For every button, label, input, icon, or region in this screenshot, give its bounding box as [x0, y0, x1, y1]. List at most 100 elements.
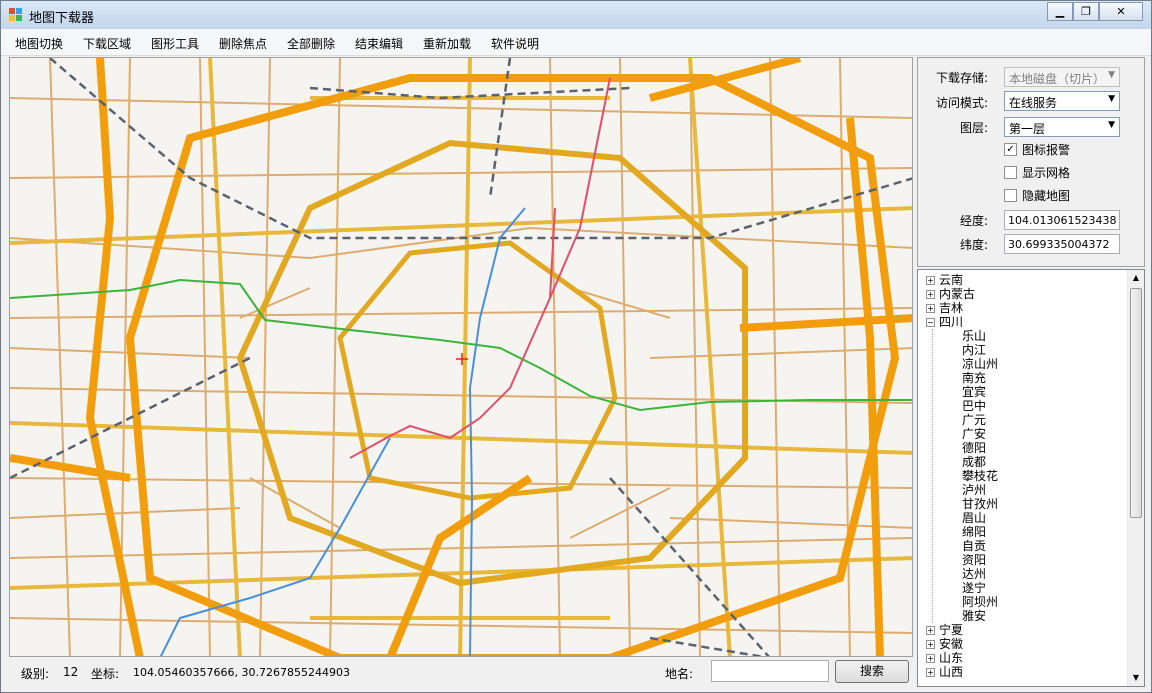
show-grid-label: 显示网格 — [1022, 165, 1071, 180]
expand-icon[interactable]: + — [926, 290, 935, 299]
tree-leaf[interactable]: 内江 — [962, 343, 986, 357]
collapse-icon[interactable]: − — [926, 318, 935, 327]
tree-node-label: 安徽 — [939, 637, 964, 651]
menu-delete-all[interactable]: 全部删除 — [283, 35, 339, 52]
latitude-label: 纬度: — [959, 238, 988, 252]
tree-leaf[interactable]: 德阳 — [962, 441, 986, 455]
tree-leaf[interactable]: 甘孜州 — [962, 497, 998, 511]
tree-leaf[interactable]: 遂宁 — [962, 581, 986, 595]
icon-alarm-label: 图标报警 — [1022, 142, 1071, 157]
tree-node[interactable]: + 吉林 — [926, 301, 963, 315]
menu-bar: 地图切换 下载区域 图形工具 删除焦点 全部删除 结束编辑 重新加载 软件说明 — [1, 29, 1151, 56]
place-name-input[interactable] — [711, 660, 829, 682]
access-mode-select[interactable]: 在线服务 ▼ — [1004, 91, 1120, 111]
longitude-label: 经度: — [959, 214, 988, 228]
tree-node[interactable]: + 内蒙古 — [926, 287, 975, 301]
menu-reload[interactable]: 重新加载 — [419, 35, 475, 52]
tree-node-label: 山西 — [939, 665, 964, 679]
close-icon: ✕ — [1116, 5, 1126, 18]
tree-leaf[interactable]: 攀枝花 — [962, 469, 998, 483]
minimize-button[interactable]: ▁ — [1047, 2, 1073, 21]
tree-leaf[interactable]: 泸州 — [962, 483, 986, 497]
status-bar: 级别: 12 坐标: 104.05460357666, 30.726785524… — [9, 658, 913, 686]
app-icon — [9, 8, 23, 22]
dropdown-arrow-icon: ▼ — [1108, 120, 1115, 130]
tree-leaf[interactable]: 达州 — [962, 567, 986, 581]
tree-leaf[interactable]: 巴中 — [962, 399, 986, 413]
show-grid-checkbox[interactable]: 显示网格 — [1004, 164, 1070, 180]
tree-leaf[interactable]: 广元 — [962, 413, 986, 427]
tree-leaf[interactable]: 乐山 — [962, 329, 986, 343]
menu-download-area[interactable]: 下载区域 — [79, 35, 135, 52]
region-tree[interactable]: + 云南 + 内蒙古 + 吉林 − 四川 乐山 内江 凉山州 南充 宜宾 巴中 广元 广… — [917, 269, 1145, 687]
expand-icon[interactable]: + — [926, 654, 935, 663]
expand-icon[interactable]: + — [926, 276, 935, 285]
tree-leaf[interactable]: 雅安 — [962, 609, 986, 623]
latitude-input[interactable] — [1004, 234, 1120, 254]
map-view[interactable] — [9, 57, 913, 657]
options-panel: 下载存储: 本地磁盘（切片） ▼ 访问模式: 在线服务 ▼ 图层: 第一层 ▼ … — [917, 57, 1145, 267]
tree-node-label: 山东 — [939, 651, 964, 665]
coordinate-label: 坐标: — [91, 667, 120, 681]
menu-end-edit[interactable]: 结束编辑 — [351, 35, 407, 52]
coordinate-value: 104.05460357666, 30.7267855244903 — [133, 666, 350, 679]
tree-leaf[interactable]: 资阳 — [962, 553, 986, 567]
tree-scrollbar[interactable]: ▲ ▼ — [1127, 270, 1144, 686]
tree-leaf[interactable]: 自贡 — [962, 539, 986, 553]
title-bar: 地图下载器 ▁ ❐ ✕ — [1, 1, 1151, 29]
layer-select-value: 第一层 — [1009, 122, 1046, 136]
expand-icon[interactable]: + — [926, 668, 935, 677]
tree-leaf[interactable]: 南充 — [962, 371, 986, 385]
hide-map-checkbox[interactable]: 隐藏地图 — [1004, 187, 1070, 203]
app-window: 地图下载器 ▁ ❐ ✕ 地图切换 下载区域 图形工具 删除焦点 全部删除 结束编… — [0, 0, 1152, 693]
tree-children — [932, 329, 952, 623]
expand-icon[interactable]: + — [926, 626, 935, 635]
menu-graphic-tools[interactable]: 图形工具 — [147, 35, 203, 52]
menu-map-switch[interactable]: 地图切换 — [11, 35, 67, 52]
hide-map-label: 隐藏地图 — [1022, 188, 1071, 203]
tree-node-label: 云南 — [939, 273, 964, 287]
icon-alarm-checkbox[interactable]: ✓ 图标报警 — [1004, 141, 1070, 157]
tree-node[interactable]: + 安徽 — [926, 637, 963, 651]
tree-leaf[interactable]: 宜宾 — [962, 385, 986, 399]
minimize-icon: ▁ — [1055, 5, 1065, 18]
tree-leaf[interactable]: 成都 — [962, 455, 986, 469]
menu-delete-focus[interactable]: 删除焦点 — [215, 35, 271, 52]
level-value: 12 — [63, 665, 79, 679]
close-button[interactable]: ✕ — [1099, 2, 1143, 21]
maximize-button[interactable]: ❐ — [1073, 2, 1099, 21]
place-name-label: 地名: — [665, 667, 694, 681]
storage-label: 下载存储: — [935, 71, 988, 85]
tree-leaf[interactable]: 阿坝州 — [962, 595, 998, 609]
tree-node-label: 内蒙古 — [939, 287, 976, 301]
search-button[interactable]: 搜索 — [835, 660, 909, 683]
window-title: 地图下载器 — [29, 11, 95, 26]
layer-select[interactable]: 第一层 ▼ — [1004, 117, 1120, 137]
checkbox-unchecked-icon — [1004, 188, 1017, 202]
access-mode-label: 访问模式: — [935, 96, 988, 110]
map-canvas[interactable] — [10, 58, 913, 657]
level-label: 级别: — [21, 667, 50, 681]
tree-node[interactable]: + 山东 — [926, 651, 963, 665]
tree-leaf[interactable]: 广安 — [962, 427, 986, 441]
scroll-up-icon[interactable]: ▲ — [1128, 270, 1144, 286]
tree-node-label: 宁夏 — [939, 623, 964, 637]
dropdown-arrow-icon: ▼ — [1108, 70, 1115, 80]
tree-node[interactable]: + 山西 — [926, 665, 963, 679]
expand-icon[interactable]: + — [926, 304, 935, 313]
layer-label: 图层: — [959, 121, 988, 135]
storage-select-value: 本地磁盘（切片） — [1009, 72, 1106, 86]
tree-node[interactable]: + 云南 — [926, 273, 963, 287]
scroll-down-icon[interactable]: ▼ — [1128, 670, 1144, 686]
access-mode-select-value: 在线服务 — [1009, 96, 1058, 110]
tree-leaf[interactable]: 眉山 — [962, 511, 986, 525]
menu-about[interactable]: 软件说明 — [487, 35, 543, 52]
longitude-input[interactable] — [1004, 210, 1120, 230]
tree-node[interactable]: + 宁夏 — [926, 623, 963, 637]
tree-leaf[interactable]: 绵阳 — [962, 525, 986, 539]
scrollbar-thumb[interactable] — [1130, 288, 1142, 518]
expand-icon[interactable]: + — [926, 640, 935, 649]
tree-node-expanded[interactable]: − 四川 — [926, 315, 963, 329]
tree-node-label: 吉林 — [939, 301, 964, 315]
tree-leaf[interactable]: 凉山州 — [962, 357, 998, 371]
